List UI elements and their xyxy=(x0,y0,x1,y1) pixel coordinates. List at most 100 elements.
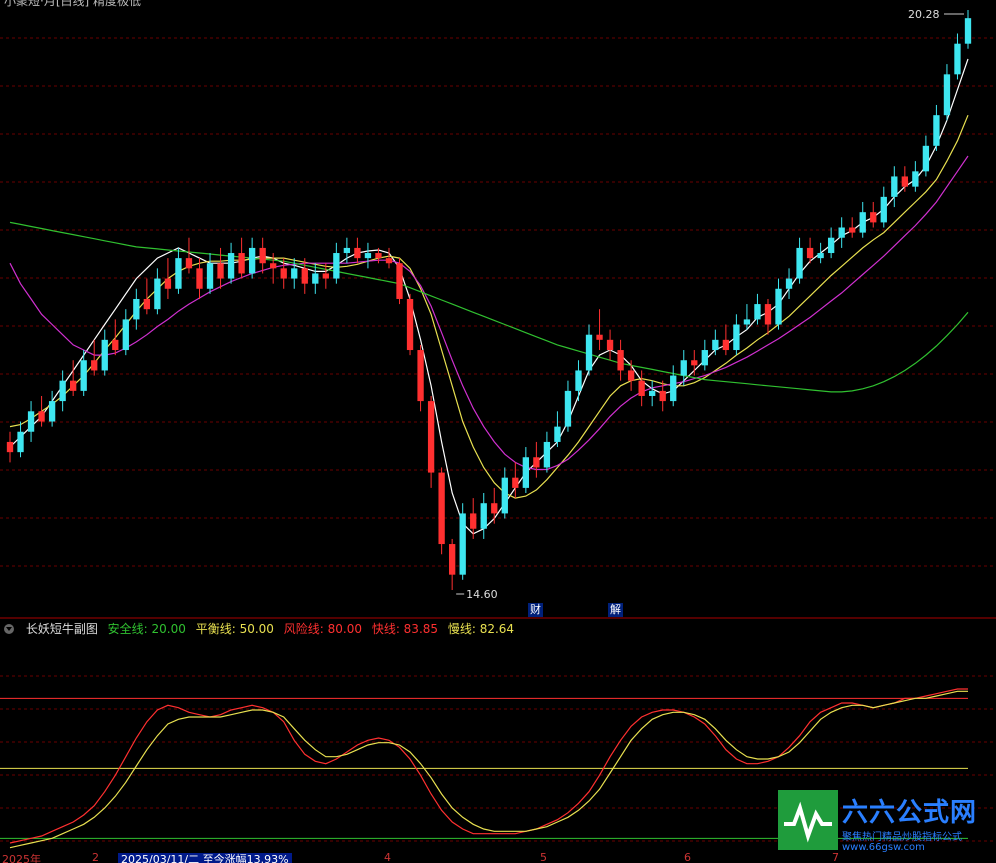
candle xyxy=(217,247,224,289)
candle xyxy=(459,503,466,580)
candle xyxy=(670,365,677,407)
candle xyxy=(448,538,456,590)
candle xyxy=(964,10,972,49)
month-tick: 6 xyxy=(684,853,691,863)
candle xyxy=(206,253,214,294)
low-price-label: 14.60 xyxy=(466,588,498,601)
candle xyxy=(48,390,56,427)
range-info: 2025/03/11/二 至今涨幅13.93% xyxy=(118,853,292,863)
candle xyxy=(554,411,561,448)
candle xyxy=(17,421,24,458)
candle xyxy=(649,380,656,407)
price-annotations: 20.28 14.60 xyxy=(456,8,964,601)
candle xyxy=(248,237,256,279)
candle xyxy=(512,462,519,499)
logo-name: 六六公式网 xyxy=(842,798,978,828)
candle xyxy=(238,237,245,279)
candle xyxy=(522,447,530,493)
candle xyxy=(259,237,266,274)
candle xyxy=(849,217,856,238)
candle xyxy=(922,135,930,177)
candle xyxy=(480,492,487,539)
candle xyxy=(417,344,424,412)
chart-canvas[interactable]: 20.28 14.60 xyxy=(0,0,996,863)
indicator-legend: 长妖短牛副图 安全线: 20.00 平衡线: 50.00 风险线: 80.00 … xyxy=(4,620,520,636)
candle xyxy=(533,441,540,478)
grid xyxy=(0,37,996,842)
candle xyxy=(912,161,919,192)
candle xyxy=(933,104,940,151)
candle xyxy=(575,360,582,402)
candle xyxy=(596,309,603,351)
candle xyxy=(796,237,803,284)
legend-slow-line: 慢线: 82.64 xyxy=(447,622,515,636)
candle xyxy=(354,237,361,264)
legend-fast-line: 快线: 83.85 xyxy=(371,622,439,636)
candle xyxy=(870,201,877,228)
candle xyxy=(775,278,782,330)
candle xyxy=(543,431,551,473)
candle xyxy=(606,329,614,361)
badge-unlock[interactable]: 解 xyxy=(608,603,623,617)
candle xyxy=(617,339,624,381)
candle xyxy=(164,258,172,299)
candle xyxy=(817,242,824,264)
candle xyxy=(827,227,835,259)
candle xyxy=(59,370,66,412)
chevron-down-icon[interactable] xyxy=(4,624,14,634)
candle xyxy=(954,33,961,80)
candle xyxy=(680,350,687,386)
candle xyxy=(185,237,193,274)
candle xyxy=(27,401,35,442)
candle xyxy=(227,242,235,284)
candle xyxy=(943,64,951,121)
candle xyxy=(438,467,445,555)
candle xyxy=(564,380,572,432)
main-moving-averages xyxy=(9,58,969,535)
candle xyxy=(891,166,898,208)
logo-url: www.66gsw.com xyxy=(842,842,925,853)
candle xyxy=(112,319,119,356)
candle xyxy=(427,395,435,488)
candle xyxy=(364,242,372,269)
indicator-title[interactable]: 长妖短牛副图 xyxy=(26,622,98,636)
candle xyxy=(859,201,866,238)
candle xyxy=(701,339,708,371)
badge-finance[interactable]: 财 xyxy=(528,603,543,617)
candlesticks xyxy=(6,10,972,590)
candle xyxy=(722,324,730,356)
ma-line-0 xyxy=(9,58,969,535)
legend-safe-line: 安全线: 20.00 xyxy=(107,622,186,636)
candle xyxy=(691,350,698,376)
candle xyxy=(333,242,340,284)
logo-mark-icon xyxy=(778,790,838,850)
candle xyxy=(396,258,403,305)
candle xyxy=(785,268,793,299)
candle xyxy=(901,166,908,192)
candle xyxy=(385,247,393,269)
candle xyxy=(154,268,161,315)
candle xyxy=(80,350,87,396)
legend-balance-line: 平衡线: 50.00 xyxy=(195,622,274,636)
candle xyxy=(70,360,77,396)
candle xyxy=(838,217,845,248)
month-tick: 5 xyxy=(540,853,547,863)
candle xyxy=(406,293,414,356)
logo-slogan: 聚焦热门精品炒股指标公式 xyxy=(842,832,962,843)
candle xyxy=(122,309,129,356)
high-price-label: 20.28 xyxy=(908,8,940,21)
candle xyxy=(175,247,182,294)
month-tick: 2 xyxy=(92,853,99,863)
candle xyxy=(733,314,740,356)
month-tick: 4 xyxy=(384,853,391,863)
candle xyxy=(101,329,108,376)
site-logo: 六六公式网 聚焦热门精品炒股指标公式 www.66gsw.com xyxy=(778,790,990,856)
candle xyxy=(638,370,645,407)
year-label: 2025年 xyxy=(2,853,41,863)
legend-risk-line: 风险线: 80.00 xyxy=(283,622,362,636)
candle xyxy=(6,431,14,463)
candle xyxy=(764,298,772,335)
candle xyxy=(91,339,98,376)
candle xyxy=(133,288,140,330)
candle xyxy=(501,467,508,519)
